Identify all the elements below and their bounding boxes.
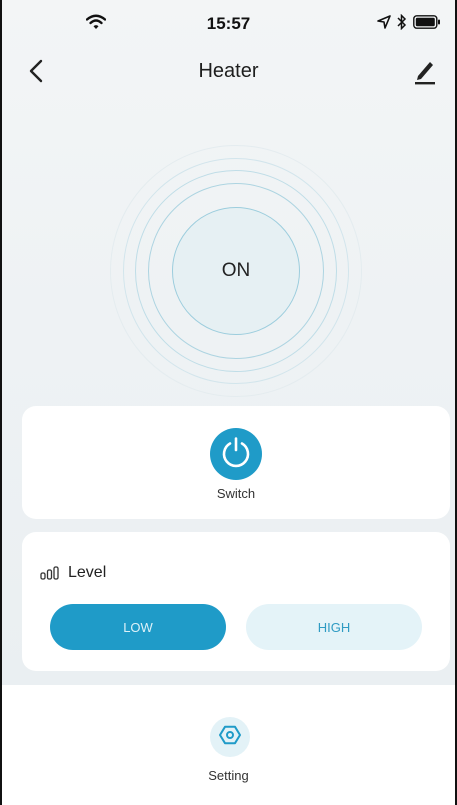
battery-icon xyxy=(413,15,441,34)
status-right-group xyxy=(377,13,441,35)
location-arrow-icon xyxy=(377,15,391,34)
device-state-label: ON xyxy=(221,260,251,281)
device-state-indicator[interactable]: ON xyxy=(172,207,300,335)
level-label: Level xyxy=(68,564,107,581)
switch-label: Switch xyxy=(216,486,256,501)
edit-pencil-icon[interactable] xyxy=(413,58,437,91)
status-bar: 15:57 xyxy=(2,0,455,44)
setting-label: Setting xyxy=(208,768,249,783)
hexagon-settings-icon xyxy=(219,724,241,751)
nav-bar: Heater xyxy=(2,50,455,94)
page-title: Heater xyxy=(198,60,259,82)
level-high-button[interactable]: HIGH xyxy=(246,604,422,650)
bluetooth-icon xyxy=(397,13,407,35)
setting-button[interactable] xyxy=(210,717,250,757)
level-low-button[interactable]: LOW xyxy=(50,604,226,650)
power-button[interactable] xyxy=(210,428,262,480)
device-screen: 15:57 Heater ON Switch Level LOW HIGH Se… xyxy=(0,0,457,805)
power-icon xyxy=(219,435,253,474)
level-card: Level LOW HIGH xyxy=(22,532,450,671)
bottom-bar: Setting xyxy=(2,685,455,805)
switch-card: Switch xyxy=(22,406,450,519)
signal-bars-icon xyxy=(40,566,60,585)
